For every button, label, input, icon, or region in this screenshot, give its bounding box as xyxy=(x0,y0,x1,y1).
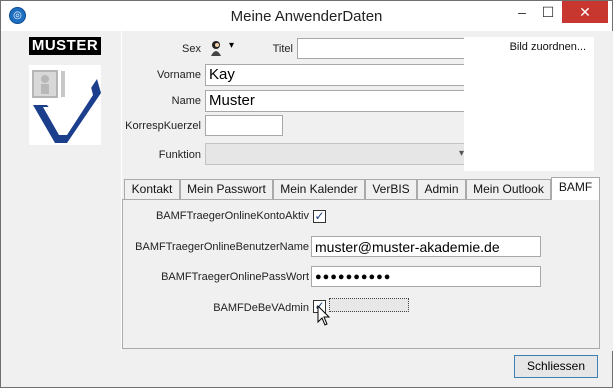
korresp-field[interactable] xyxy=(205,115,283,136)
titel-label: Titel xyxy=(272,43,293,55)
app-window: ◎ Meine AnwenderDaten – ☐ ✕ MUSTER Sex ▾… xyxy=(0,0,613,388)
person-icon[interactable] xyxy=(209,40,223,56)
funktion-select[interactable]: ▾ xyxy=(205,143,467,165)
vorname-field[interactable]: Kay xyxy=(205,64,467,86)
user-checkmark-icon xyxy=(29,65,101,145)
konto-aktiv-label: BAMFTraegerOnlineKontoAktiv xyxy=(155,210,309,222)
tab-verbis[interactable]: VerBIS xyxy=(365,179,417,199)
funktion-label: Funktion xyxy=(158,149,201,161)
vorname-label: Vorname xyxy=(156,69,201,81)
maximize-button[interactable]: ☐ xyxy=(535,1,561,23)
passwort-label: BAMFTraegerOnlinePassWort xyxy=(161,271,309,283)
konto-aktiv-checkbox[interactable]: ✓ xyxy=(313,210,326,223)
close-window-button[interactable]: ✕ xyxy=(562,1,608,23)
debev-label: BAMFDeBeVAdmin xyxy=(213,302,309,314)
korresp-label: KorrespKuerzel xyxy=(125,120,201,132)
tab-mein-outlook[interactable]: Mein Outlook xyxy=(466,179,551,199)
assign-picture-link[interactable]: Bild zuordnen... xyxy=(464,41,586,53)
tab-kontakt[interactable]: Kontakt xyxy=(124,179,180,199)
mouse-cursor-icon xyxy=(317,304,331,330)
benutzer-label: BAMFTraegerOnlineBenutzerName xyxy=(135,241,309,253)
bamf-tab-panel: BAMFTraegerOnlineKontoAktiv ✓ BAMFTraege… xyxy=(122,199,600,349)
tab-mein-kalender[interactable]: Mein Kalender xyxy=(273,179,365,199)
sex-dropdown-icon[interactable]: ▾ xyxy=(229,40,234,51)
passwort-field[interactable]: ●●●●●●●●●● xyxy=(311,266,541,287)
name-field[interactable]: Muster xyxy=(205,90,467,112)
focus-indicator xyxy=(329,298,409,312)
benutzer-field[interactable]: muster@muster-akademie.de xyxy=(311,236,541,257)
titel-field[interactable] xyxy=(297,38,467,59)
minimize-button[interactable]: – xyxy=(509,1,535,23)
tab-admin[interactable]: Admin xyxy=(417,179,466,199)
photo-area[interactable]: Bild zuordnen... xyxy=(464,37,594,171)
window-client: MUSTER Sex ▾ Titel Vorname Kay Name Must… xyxy=(1,31,613,387)
sex-label: Sex xyxy=(182,43,201,55)
tab-bamf[interactable]: BAMF xyxy=(551,177,600,200)
muster-badge: MUSTER xyxy=(29,37,101,55)
schliessen-button[interactable]: Schliessen xyxy=(514,355,598,378)
title-bar: ◎ Meine AnwenderDaten – ☐ ✕ xyxy=(1,1,612,31)
tab-mein-passwort[interactable]: Mein Passwort xyxy=(180,179,273,199)
name-label: Name xyxy=(171,95,201,107)
